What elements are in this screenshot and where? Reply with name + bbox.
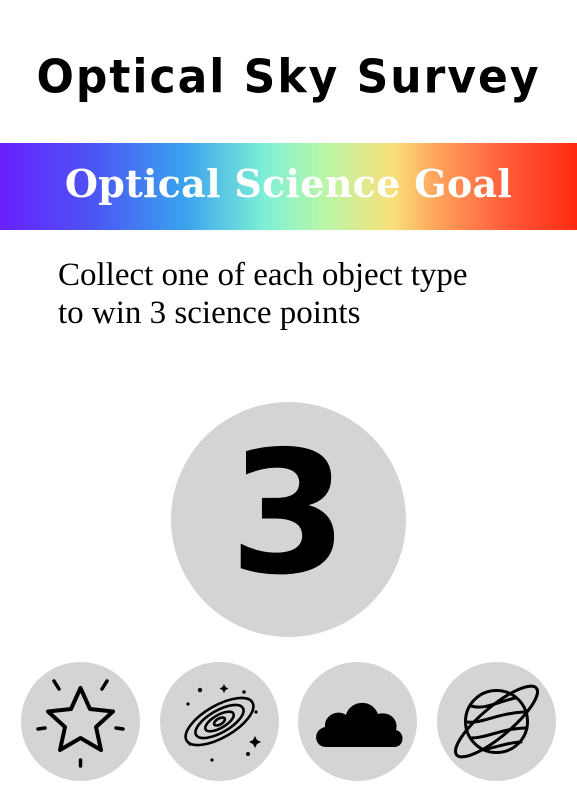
goal-description-line-2: to win 3 science points [58, 295, 361, 331]
nebula-object-slot [298, 662, 417, 781]
goal-description: Collect one of each object type to win 3… [58, 256, 548, 332]
star-object-slot [21, 662, 140, 781]
goal-banner-text: Optical Science Goal [64, 161, 513, 206]
points-value: 3 [229, 415, 348, 613]
planet-icon [454, 684, 539, 759]
goal-description-line-1: Collect one of each object type [58, 257, 468, 293]
card-title: Optical Sky Survey [36, 50, 541, 105]
planet-object-slot [437, 662, 556, 781]
galaxy-object-slot [160, 662, 279, 781]
goal-banner: Optical Science Goal [0, 143, 577, 230]
galaxy-icon [184, 684, 261, 762]
points-badge: 3 [171, 402, 406, 637]
star-icon [36, 679, 125, 768]
nebula-cloud-icon [316, 702, 403, 747]
